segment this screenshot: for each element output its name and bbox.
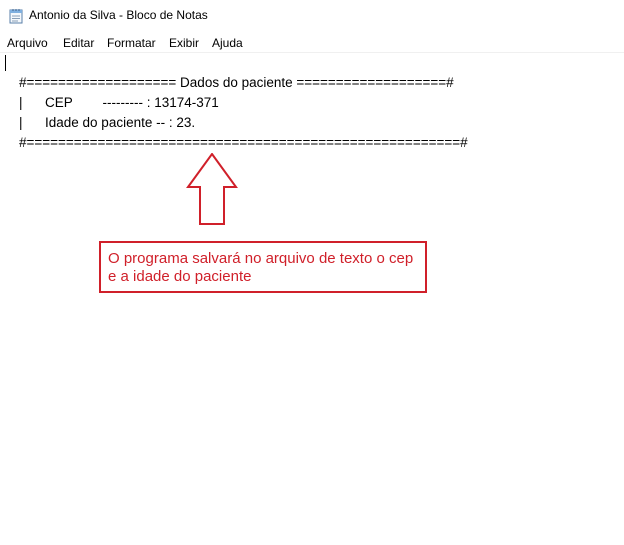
document-line: #=======================================… [19, 135, 468, 150]
text-caret [5, 55, 6, 71]
menu-formatar[interactable]: Formatar [107, 36, 156, 50]
menu-ajuda[interactable]: Ajuda [212, 36, 243, 50]
annotation-line: e a idade do paciente [108, 268, 252, 285]
menu-exibir[interactable]: Exibir [169, 36, 199, 50]
document-line: #=================== Dados do paciente =… [19, 75, 454, 90]
annotation-line: O programa salvará no arquivo de texto o… [108, 250, 414, 267]
text-editor-area[interactable]: #=================== Dados do paciente =… [0, 53, 624, 545]
menu-arquivo[interactable]: Arquivo [7, 36, 48, 50]
window-title: Antonio da Silva - Bloco de Notas [29, 8, 208, 22]
menu-editar[interactable]: Editar [63, 36, 94, 50]
up-arrow-icon [186, 153, 238, 225]
notepad-icon [9, 8, 23, 24]
menu-bar: Arquivo Editar Formatar Exibir Ajuda [0, 33, 624, 52]
annotation-callout: O programa salvará no arquivo de texto o… [99, 241, 427, 293]
title-bar: Antonio da Silva - Bloco de Notas [0, 0, 624, 32]
document-line: | CEP --------- : 13174-371 [19, 95, 219, 110]
annotation-text: O programa salvará no arquivo de texto o… [108, 250, 426, 286]
document-line: | Idade do paciente -- : 23. [19, 115, 196, 130]
